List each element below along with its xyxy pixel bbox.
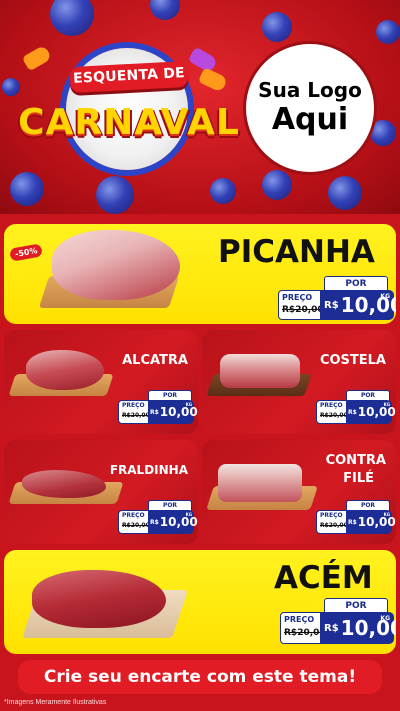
old-price: R$20,00: [122, 412, 150, 419]
store-logo-placeholder: Sua Logo Aqui: [246, 44, 374, 172]
unit-label: KG: [380, 615, 390, 622]
new-price-box: R$ 10,00 KG: [346, 510, 396, 534]
product-card-contra-file: CONTRA FILÉ POR PREÇO R$20,00 R$ 10,00 K…: [202, 440, 396, 544]
confetti-ball: [376, 20, 400, 44]
costela-image: [220, 354, 300, 388]
old-price: R$20,00: [320, 412, 348, 419]
confetti-ball: [370, 120, 396, 146]
product-card-fraldinha: FRALDINHA POR PREÇO R$20,00 R$ 10,00 KG: [4, 440, 198, 544]
product-card-alcatra: ALCATRA POR PREÇO R$20,00 R$ 10,00 KG: [4, 330, 198, 434]
unit-label: KG: [383, 402, 390, 407]
preco-label-box: PREÇO R$20,00: [278, 290, 324, 320]
discount-badge: -50%: [9, 243, 44, 262]
preco-label-box: PREÇO R$20,00: [316, 400, 348, 424]
currency: R$: [348, 518, 357, 526]
preco-label: PREÇO: [122, 402, 145, 409]
confetti-ball: [10, 172, 44, 206]
currency: R$: [150, 408, 159, 416]
preco-label: PREÇO: [320, 512, 343, 519]
preco-label-box: PREÇO R$20,00: [118, 400, 150, 424]
product-card-acem: ACÉM POR PREÇO R$20,00 R$ 10,00 KG: [4, 550, 396, 654]
product-name: COSTELA: [319, 353, 386, 368]
trumpet-icon: [21, 44, 53, 72]
logo-line-1: Sua Logo: [258, 78, 362, 102]
price-value: 10,00: [357, 515, 396, 529]
currency: R$: [348, 408, 357, 416]
preco-label: PREÇO: [282, 293, 313, 302]
old-price: R$20,00: [282, 305, 324, 315]
unit-label: KG: [380, 293, 390, 300]
preco-label: PREÇO: [284, 615, 315, 624]
price-value: 10,00: [357, 405, 396, 419]
carnival-header: ESQUENTA DE CARNAVAL Sua Logo Aqui: [0, 0, 400, 214]
disclaimer-text: *Imagens Meramente Ilustrativas: [4, 699, 107, 706]
product-name-line-1: CONTRA: [325, 453, 386, 468]
unit-label: KG: [383, 512, 390, 517]
alcatra-image: [26, 350, 104, 390]
product-card-costela: COSTELA POR PREÇO R$20,00 R$ 10,00 KG: [202, 330, 396, 434]
unit-label: KG: [185, 512, 192, 517]
unit-label: KG: [185, 402, 192, 407]
preco-label-box: PREÇO R$20,00: [118, 510, 150, 534]
confetti-ball: [96, 176, 134, 214]
new-price-box: R$ 10,00 KG: [320, 290, 396, 320]
currency: R$: [324, 622, 339, 634]
product-card-picanha: -50% PICANHA POR PREÇO R$20,00 R$ 10,00 …: [4, 224, 396, 324]
trumpet-icon: [197, 67, 229, 93]
product-name: ACÉM: [274, 560, 373, 596]
esquenta-carnaval-badge: ESQUENTA DE CARNAVAL: [14, 42, 244, 172]
confetti-ball: [262, 12, 292, 42]
price-value: 10,00: [159, 405, 198, 419]
confetti-ball: [50, 0, 94, 36]
old-price: R$20,00: [320, 522, 348, 529]
confetti-ball: [328, 176, 362, 210]
currency: R$: [150, 518, 159, 526]
product-name: FRALDINHA: [109, 463, 188, 477]
confetti-ball: [150, 0, 180, 20]
preco-label-box: PREÇO R$20,00: [280, 612, 326, 644]
product-name: PICANHA: [218, 234, 375, 270]
new-price-box: R$ 10,00 KG: [148, 510, 198, 534]
preco-label-box: PREÇO R$20,00: [316, 510, 348, 534]
product-name: ALCATRA: [122, 353, 188, 368]
acem-image: [32, 570, 166, 628]
product-name-line-2: FILÉ: [343, 471, 374, 486]
price-value: 10,00: [159, 515, 198, 529]
logo-line-2: Aqui: [271, 102, 349, 137]
preco-label: PREÇO: [320, 402, 343, 409]
currency: R$: [324, 299, 339, 311]
new-price-box: R$ 10,00 KG: [148, 400, 198, 424]
badge-main-text: CARNAVAL: [18, 102, 240, 143]
new-price-box: R$ 10,00 KG: [346, 400, 396, 424]
contra-file-image: [218, 464, 302, 502]
confetti-ball: [262, 170, 292, 200]
old-price: R$20,00: [122, 522, 150, 529]
new-price-box: R$ 10,00 KG: [320, 612, 396, 644]
preco-label: PREÇO: [122, 512, 145, 519]
cta-banner: Crie seu encarte com este tema!: [18, 660, 382, 694]
fraldinha-image: [22, 470, 106, 498]
confetti-ball: [210, 178, 236, 204]
picanha-image: [52, 230, 180, 300]
